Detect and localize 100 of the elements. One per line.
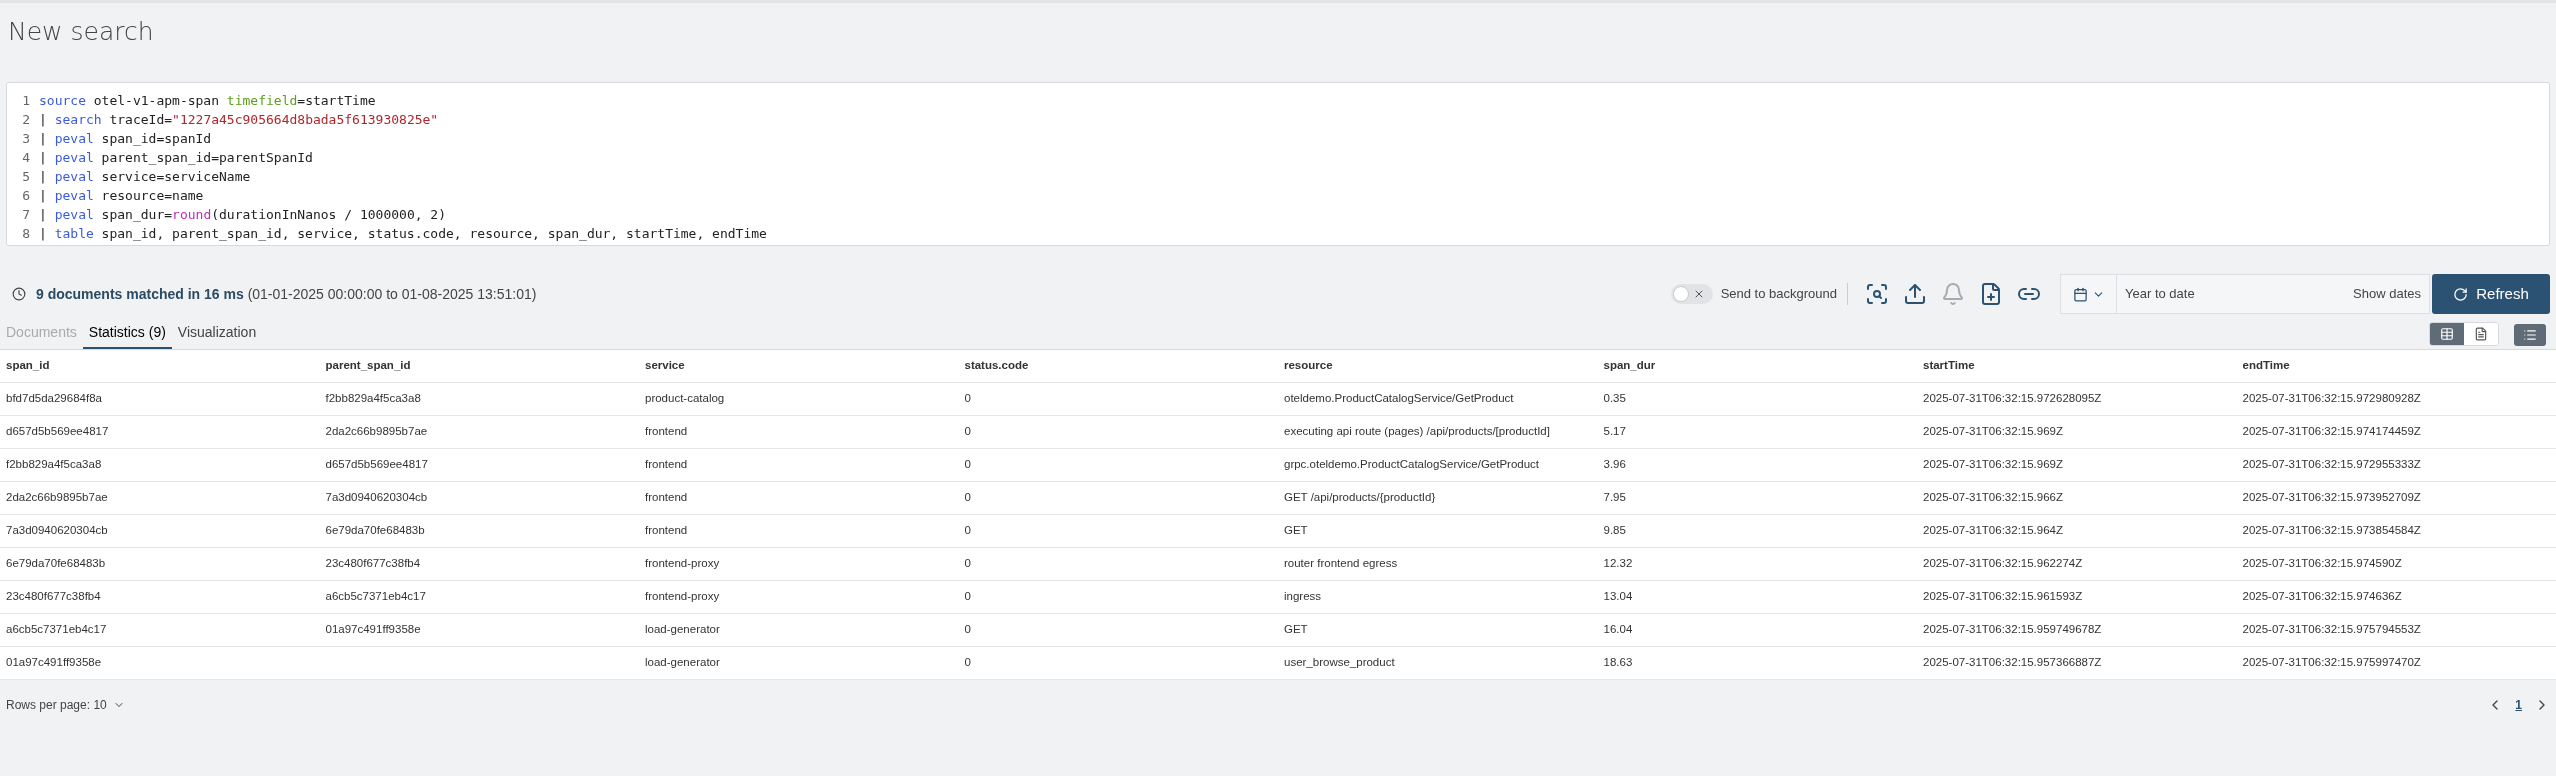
table-cell-text: bfd7d5da29684f8a: [5, 391, 103, 407]
upload-icon[interactable]: [1903, 282, 1927, 306]
line-number: 3: [21, 130, 31, 148]
table-cell-text: 9.85: [1602, 523, 1627, 539]
table-view-button[interactable]: [2430, 323, 2464, 345]
table-cell-text: 2025-07-31T06:32:15.974590Z: [2241, 556, 2403, 572]
date-range-value[interactable]: Year to date: [2117, 275, 2346, 313]
table-cell-text: 2025-07-31T06:32:15.975794553Z: [2241, 622, 2422, 638]
table-cell-text: GET: [1283, 523, 1309, 539]
table-cell-text: load-generator: [644, 622, 721, 638]
query-line: | table span_id, parent_span_id, service, status.code, resource, span_dur, startTime, endTime: [39, 225, 767, 243]
list-icon: [2523, 328, 2537, 342]
background-toggle[interactable]: [1670, 284, 1713, 304]
table-cell-text: 01a97c491ff9358e: [5, 655, 103, 671]
table-cell-text: 2025-07-31T06:32:15.972980928Z: [2241, 391, 2422, 407]
table-cell-text: 2025-07-31T06:32:15.966Z: [1922, 490, 2065, 506]
table-cell-text: frontend: [644, 457, 689, 473]
table-cell-text: 0: [963, 655, 972, 671]
table-cell-text: a6cb5c7371eb4c17: [5, 622, 108, 638]
table-cell-text: 18.63: [1602, 655, 1634, 671]
rows-per-page-dropdown[interactable]: Rows per page: 10: [6, 696, 125, 714]
table-cell-text: 2025-07-31T06:32:15.973854584Z: [2241, 523, 2422, 539]
query-line: | peval span_dur=round(durationInNanos / 1000000, 2): [39, 206, 447, 224]
table-cell-text: 5.17: [1602, 424, 1627, 440]
table-cell-text: 7a3d0940620304cb: [5, 523, 109, 539]
query-line: | peval parent_span_id=parentSpanId: [39, 149, 313, 167]
table-cell-text: d657d5b569ee4817: [324, 457, 429, 473]
table-cell-text: 2025-07-31T06:32:15.959749678Z: [1922, 622, 2103, 638]
refresh-icon: [2453, 286, 2469, 302]
clock-icon: [12, 287, 26, 301]
table-cell-text: GET /api/products/{productId}: [1283, 490, 1437, 506]
toggle-label: Send to background: [1720, 285, 1837, 304]
table-icon: [2440, 327, 2454, 341]
table-cell-text: 2da2c66b9895b7ae: [324, 424, 429, 440]
table-cell-text: router frontend egress: [1283, 556, 1399, 572]
line-number: 5: [21, 168, 31, 186]
table-cell-text: executing api route (pages) /api/products/[productId]: [1283, 424, 1551, 440]
show-dates-link[interactable]: Show dates: [2345, 275, 2429, 313]
page-button[interactable]: 1: [2515, 696, 2522, 714]
table-cell-text: 2025-07-31T06:32:15.975997470Z: [2241, 655, 2422, 671]
table-cell-text: 0.35: [1602, 391, 1627, 407]
query-line: | peval span_id=spanId: [39, 130, 212, 148]
table-cell-text: 2025-07-31T06:32:15.962274Z: [1922, 556, 2084, 572]
table-cell-text: frontend: [644, 490, 689, 506]
line-number: 4: [21, 149, 31, 167]
query-line: | search traceId="1227a45c905664d8bada5f613930825e": [39, 111, 439, 129]
query-line: | peval resource=name: [39, 187, 204, 205]
table-cell-text: 0: [963, 490, 972, 506]
table-cell-text: 0: [963, 556, 972, 572]
table-cell-text: 23c480f677c38fb4: [324, 556, 422, 572]
query-line: source otel-v1-apm-span timefield=startTime: [39, 92, 376, 110]
column-header[interactable]: parent_span_id: [319, 357, 639, 375]
table-cell-text: d657d5b569ee4817: [5, 424, 110, 440]
table-cell-text: 0: [963, 457, 972, 473]
table-cell-text: 2025-07-31T06:32:15.969Z: [1922, 457, 2065, 473]
document-icon: [2474, 327, 2488, 341]
table-cell-text: 3.96: [1602, 457, 1627, 473]
table-cell-text: 0: [963, 589, 972, 605]
table-cell-text: product-catalog: [644, 391, 726, 407]
column-header[interactable]: span_dur: [1597, 357, 1917, 375]
table-cell-text: frontend-proxy: [644, 589, 721, 605]
table-cell-text: 01a97c491ff9358e: [324, 622, 422, 638]
table-cell-text: f2bb829a4f5ca3a8: [324, 391, 422, 407]
table-cell-text: 0: [963, 391, 972, 407]
table-cell-text: 2025-07-31T06:32:15.961593Z: [1922, 589, 2084, 605]
column-header[interactable]: resource: [1278, 357, 1598, 375]
table-cell-text: 2025-07-31T06:32:15.957366887Z: [1922, 655, 2103, 671]
line-number: 8: [21, 225, 31, 243]
table-cell-text: 16.04: [1602, 622, 1634, 638]
column-header[interactable]: status.code: [958, 357, 1278, 375]
list-view-button[interactable]: [2514, 324, 2546, 346]
line-number: 6: [21, 187, 31, 205]
table-cell-text: 6e79da70fe68483b: [324, 523, 426, 539]
calendar-icon: [2072, 286, 2088, 302]
column-header[interactable]: service: [639, 357, 959, 375]
column-header[interactable]: startTime: [1917, 357, 2237, 375]
table-cell-text: 0: [963, 622, 972, 638]
table-cell-text: frontend: [644, 424, 689, 440]
table-cell-text: 7a3d0940620304cb: [324, 490, 429, 506]
page-title: New search: [8, 15, 154, 48]
document-view-button[interactable]: [2464, 323, 2498, 345]
table-cell-text: grpc.oteldemo.ProductCatalogService/GetProduct: [1283, 457, 1541, 473]
table-cell-text: 0: [963, 523, 972, 539]
refresh-button[interactable]: Refresh: [2432, 274, 2550, 314]
table-cell-text: user_browse_product: [1283, 655, 1396, 671]
result-summary: 9 documents matched in 16 ms (01-01-2025 00:00:00 to 01-08-2025 13:51:01): [36, 284, 537, 304]
add-report-icon[interactable]: [1979, 282, 2003, 306]
column-header[interactable]: endTime: [2236, 357, 2556, 375]
table-cell-text: 2025-07-31T06:32:15.974174459Z: [2241, 424, 2422, 440]
table-cell-text: 2da2c66b9895b7ae: [5, 490, 109, 506]
line-number: 7: [21, 206, 31, 224]
table-cell-text: 0: [963, 424, 972, 440]
column-header[interactable]: span_id: [0, 357, 320, 375]
line-number: 1: [21, 92, 31, 110]
table-cell-text: 2025-07-31T06:32:15.964Z: [1922, 523, 2065, 539]
table-cell-text: ingress: [1283, 589, 1323, 605]
search-icon[interactable]: [1865, 282, 1889, 306]
table-cell-text: 2025-07-31T06:32:15.972628095Z: [1922, 391, 2103, 407]
table-cell-text: frontend-proxy: [644, 556, 721, 572]
tab[interactable]: Visualization: [171, 322, 263, 349]
